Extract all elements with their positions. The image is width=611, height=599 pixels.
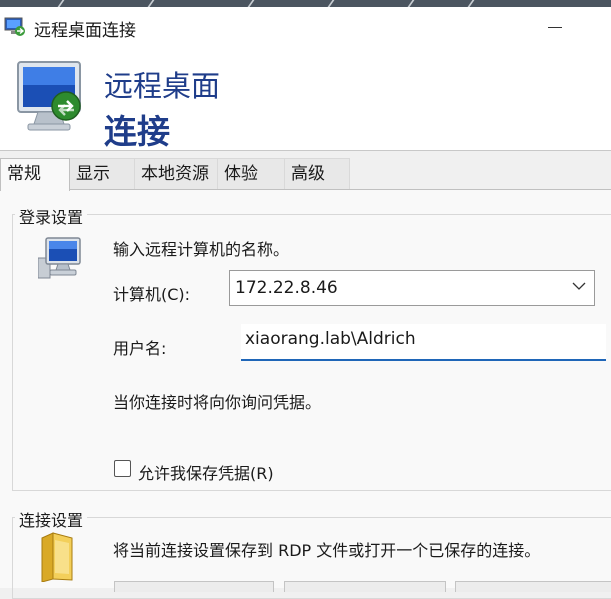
- login-settings-legend: 登录设置: [15, 204, 88, 228]
- save-credentials-label[interactable]: 允许我保存凭据(R): [138, 460, 274, 484]
- username-field-frame: [241, 324, 606, 361]
- folder-icon: [41, 532, 73, 582]
- window-title: 远程桌面连接: [34, 21, 136, 41]
- save-credentials-checkbox[interactable]: [114, 460, 131, 477]
- rdp-banner-monitor-icon: [17, 61, 81, 131]
- connection-description: 将当前连接设置保存到 RDP 文件或打开一个已保存的连接。: [113, 541, 541, 560]
- username-label: 用户名:: [113, 339, 167, 358]
- rdp-app-icon: [4, 17, 25, 36]
- tab-experience[interactable]: 体验: [217, 158, 285, 189]
- minimize-icon[interactable]: [548, 27, 562, 28]
- tab-local-resources[interactable]: 本地资源: [134, 158, 218, 189]
- tab-advanced[interactable]: 高级: [284, 158, 350, 189]
- title-bar[interactable]: 远程桌面连接: [0, 7, 611, 45]
- connection-settings-legend: 连接设置: [15, 507, 88, 531]
- tab-bar: 常规 显示 本地资源 体验 高级: [0, 158, 611, 191]
- banner-title-line1: 远程桌面: [104, 69, 221, 103]
- username-input[interactable]: [245, 329, 595, 349]
- computer-value: 172.22.8.46: [235, 278, 338, 298]
- tab-display[interactable]: 显示: [69, 158, 135, 189]
- chevron-down-icon[interactable]: [572, 281, 586, 291]
- computer-label: 计算机(C):: [113, 285, 191, 304]
- background-strip: [0, 0, 611, 7]
- banner-divider: [0, 150, 611, 151]
- credentials-info: 当你连接时将向你询问凭据。: [113, 393, 322, 412]
- login-prompt: 输入远程计算机的名称。: [113, 240, 290, 259]
- computer-icon: [38, 237, 81, 279]
- banner-title-line2: 连接: [104, 112, 170, 151]
- computer-combobox[interactable]: 172.22.8.46: [229, 270, 595, 306]
- tab-general[interactable]: 常规: [0, 158, 70, 191]
- banner: 远程桌面 连接: [0, 45, 611, 151]
